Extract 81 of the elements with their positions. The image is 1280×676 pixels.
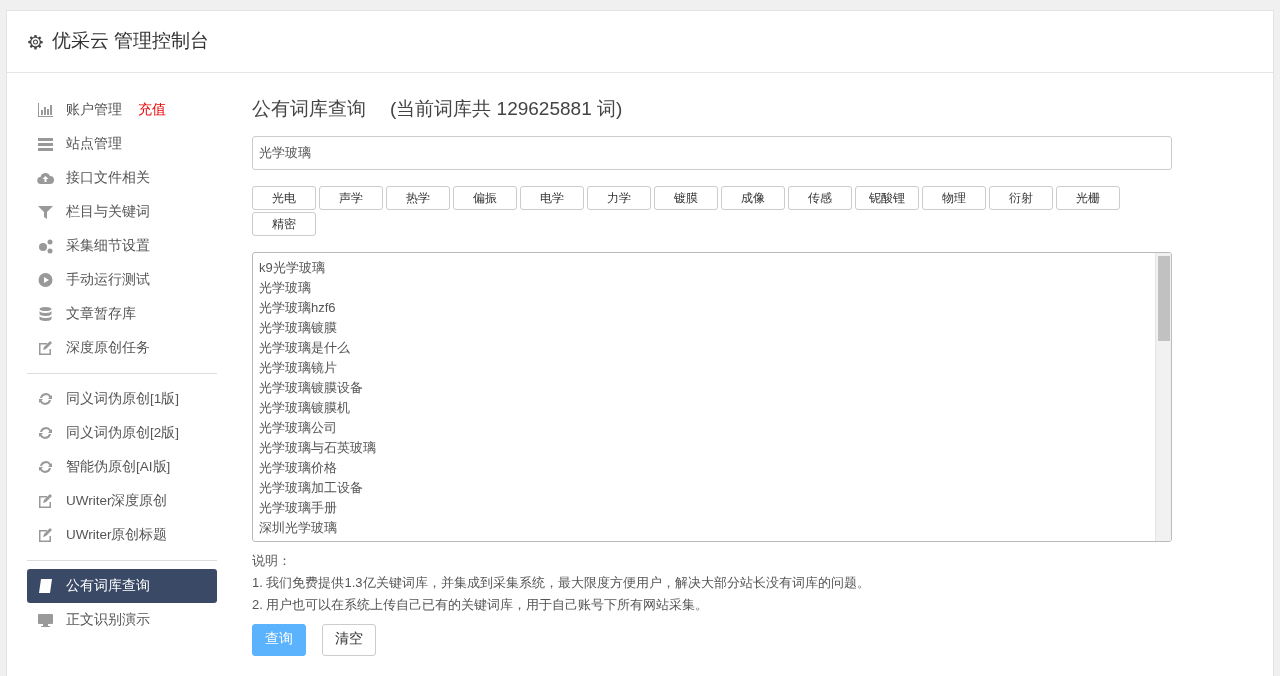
list-item[interactable]: 光学玻璃与石英玻璃 — [259, 437, 1149, 458]
cloud-upload-icon — [37, 170, 54, 186]
scrollbar[interactable] — [1155, 252, 1171, 541]
filter-icon — [37, 204, 54, 220]
refresh-icon — [37, 459, 54, 475]
recharge-link[interactable]: 充值 — [138, 99, 166, 121]
page-title: 优采云 管理控制台 — [52, 29, 210, 54]
tag-button[interactable]: 物理 — [922, 185, 986, 210]
menu-label: UWriter深度原创 — [66, 491, 168, 510]
list-item[interactable]: 光学玻璃镀膜设备 — [259, 377, 1149, 398]
menu-label: 站点管理 — [66, 134, 122, 153]
tag-button[interactable]: 铌酸锂 — [855, 185, 919, 210]
sidebar-item[interactable]: 同义词伪原创[2版] — [27, 416, 217, 450]
refresh-icon — [37, 391, 54, 407]
tag-button[interactable]: 精密 — [252, 211, 316, 236]
settings-icon — [27, 33, 44, 50]
list-item[interactable]: 光学玻璃是什么 — [259, 337, 1149, 358]
menu-label: 深度原创任务 — [66, 338, 150, 357]
list-item[interactable]: 光学玻璃公司 — [259, 417, 1149, 438]
tag-button[interactable]: 偏振 — [453, 185, 517, 210]
clear-button[interactable]: 清空 — [322, 623, 376, 656]
menu-label: 手动运行测试 — [66, 270, 150, 289]
menu-label: 公有词库查询 — [66, 576, 150, 595]
menu-label: 文章暂存库 — [66, 304, 136, 323]
tag-button[interactable]: 光栅 — [1056, 185, 1120, 210]
sidebar-item[interactable]: 栏目与关键词 — [27, 195, 217, 229]
list-item[interactable]: 光学玻璃手册 — [259, 497, 1149, 518]
list-item[interactable]: k9光学玻璃 — [259, 257, 1149, 278]
notes-label: 说明： — [252, 551, 292, 570]
menu-label: 智能伪原创[AI版] — [66, 457, 171, 476]
tag-button[interactable]: 电学 — [520, 185, 584, 210]
tag-button[interactable]: 热学 — [386, 185, 450, 210]
list-item[interactable]: 光学玻璃 — [259, 277, 1149, 298]
menu-label: 栏目与关键词 — [66, 202, 150, 221]
tag-button[interactable]: 光电 — [252, 185, 316, 210]
sidebar-item[interactable]: 采集细节设置 — [27, 229, 217, 263]
word-count: (当前词库共 129625881 词) — [390, 97, 623, 121]
refresh-icon — [37, 425, 54, 441]
search-field[interactable]: 光学玻璃 — [252, 135, 1172, 170]
note-text: 1. 我们免费提供1.3亿关键词库，并集成到采集系统，最大限度方便用户，解决大部分站长没有词库的问题。 — [252, 573, 871, 592]
menu-label: 账户管理 — [66, 100, 122, 119]
list-item[interactable]: 光学玻璃加工设备 — [259, 477, 1149, 498]
sidebar-item[interactable]: 站点管理 — [27, 127, 217, 161]
sidebar-item[interactable]: 手动运行测试 — [27, 263, 217, 297]
sidebar-item[interactable]: 正文识别演示 — [27, 603, 217, 637]
tag-button[interactable]: 衍射 — [989, 185, 1053, 210]
sidebar-item[interactable]: 公有词库查询 — [27, 569, 217, 603]
sidebar-item[interactable]: 文章暂存库 — [27, 297, 217, 331]
database-icon — [37, 306, 54, 322]
page-heading: 公有词库查询 — [252, 97, 366, 121]
tag-button[interactable]: 声学 — [319, 185, 383, 210]
menu-label: UWriter原创标题 — [66, 525, 168, 544]
menu-label: 接口文件相关 — [66, 168, 150, 187]
bar-chart-icon — [37, 102, 54, 118]
tag-button[interactable]: 传感 — [788, 185, 852, 210]
list-item[interactable]: 光学玻璃hzf6 — [259, 297, 1149, 318]
tag-button[interactable]: 力学 — [587, 185, 651, 210]
sidebar-item[interactable]: UWriter深度原创 — [27, 484, 217, 518]
note-text: 2. 用户也可以在系统上传自己已有的关键词库，用于自己账号下所有网站采集。 — [252, 595, 710, 614]
sidebar-item[interactable]: 同义词伪原创[1版] — [27, 382, 217, 416]
edit-icon — [37, 493, 54, 509]
list-item[interactable]: 深圳光学玻璃 — [259, 517, 1149, 538]
list-item[interactable]: 光学玻璃价格 — [259, 457, 1149, 478]
menu-label: 同义词伪原创[2版] — [66, 423, 179, 442]
menu-label: 正文识别演示 — [66, 610, 150, 629]
list-item[interactable]: 光学玻璃镀膜机 — [259, 397, 1149, 418]
sidebar-item[interactable]: 账户管理 充值 — [27, 93, 217, 127]
tag-button[interactable]: 成像 — [721, 185, 785, 210]
sidebar-item[interactable]: 深度原创任务 — [27, 331, 217, 365]
sidebar-item[interactable]: 智能伪原创[AI版] — [27, 450, 217, 484]
edit-icon — [37, 340, 54, 356]
menu-label: 采集细节设置 — [66, 236, 150, 255]
monitor-icon — [37, 612, 54, 628]
list-item[interactable]: 光学玻璃镜片 — [259, 357, 1149, 378]
menu-label: 同义词伪原创[1版] — [66, 389, 179, 408]
edit-icon — [37, 527, 54, 543]
tag-button[interactable]: 镀膜 — [654, 185, 718, 210]
sidebar-item[interactable]: UWriter原创标题 — [27, 518, 217, 552]
sidebar-item[interactable]: 接口文件相关 — [27, 161, 217, 195]
server-icon — [37, 136, 54, 152]
list-item[interactable]: 光学玻璃镀膜 — [259, 317, 1149, 338]
